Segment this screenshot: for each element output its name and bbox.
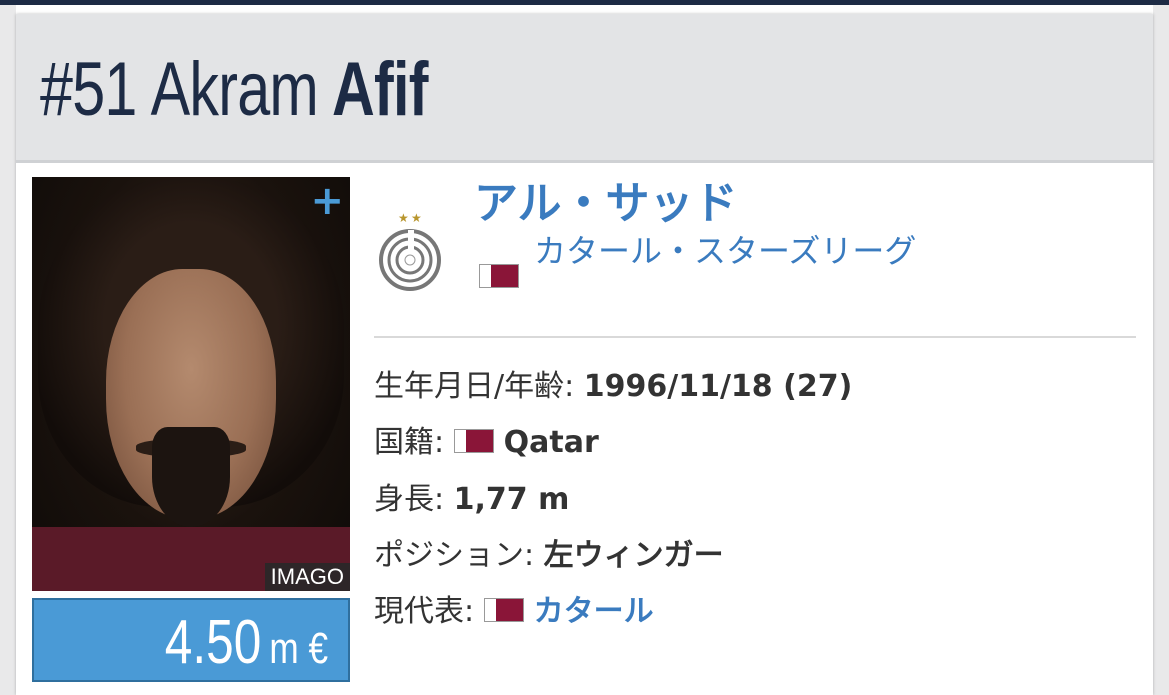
market-value: 4.50 m €	[165, 612, 328, 680]
birth-value: 1996/11/18 (27)	[583, 369, 853, 404]
section-divider	[374, 336, 1136, 338]
player-first-name: Akram	[150, 47, 319, 132]
player-card: #51 Akram Afif + IMAGO 4.50 m € ★ ★ アル・サッド …	[16, 14, 1153, 695]
height-value: 1,77 m	[453, 482, 570, 517]
birth-label: 生年月日/年齢:	[374, 369, 575, 404]
page-background-right	[1153, 5, 1169, 695]
info-row-nationality: 国籍: Qatar	[374, 421, 599, 465]
top-bar	[0, 0, 1169, 5]
info-row-position: ポジション: 左ウィンガー	[374, 534, 724, 578]
page-background-left	[0, 5, 16, 695]
svg-text:★: ★	[411, 211, 422, 225]
nationality-value: Qatar	[503, 425, 599, 460]
qatar-flag-icon	[479, 264, 519, 288]
position-value: 左ウィンガー	[543, 538, 724, 573]
club-logo-icon[interactable]: ★ ★	[378, 208, 442, 296]
info-row-birth: 生年月日/年齢: 1996/11/18 (27)	[374, 365, 852, 409]
qatar-flag-icon	[483, 597, 524, 622]
club-name-link[interactable]: アル・サッド	[474, 174, 738, 234]
national-team-label: 現代表:	[374, 594, 475, 629]
player-header: #51 Akram Afif	[16, 14, 1153, 163]
market-value-amount: 4.50	[164, 608, 262, 677]
shirt-number: #51	[40, 47, 137, 132]
qatar-flag-icon	[453, 428, 494, 453]
plus-icon[interactable]: +	[310, 179, 344, 223]
market-value-unit: m €	[269, 624, 328, 673]
height-label: 身長:	[374, 482, 445, 517]
league-name-link[interactable]: カタール・スターズリーグ	[534, 230, 934, 272]
player-photo[interactable]: + IMAGO	[32, 177, 350, 591]
nationality-label: 国籍:	[374, 425, 445, 460]
player-title: #51 Akram Afif	[40, 44, 428, 136]
svg-text:★: ★	[398, 211, 409, 225]
info-row-national-team: 現代表: カタール	[374, 590, 654, 634]
player-last-name: Afif	[332, 47, 428, 132]
photo-credit: IMAGO	[264, 563, 350, 591]
info-row-height: 身長: 1,77 m	[374, 478, 569, 522]
market-value-box[interactable]: 4.50 m €	[32, 598, 350, 682]
position-label: ポジション:	[374, 538, 535, 573]
national-team-link[interactable]: カタール	[534, 594, 654, 629]
